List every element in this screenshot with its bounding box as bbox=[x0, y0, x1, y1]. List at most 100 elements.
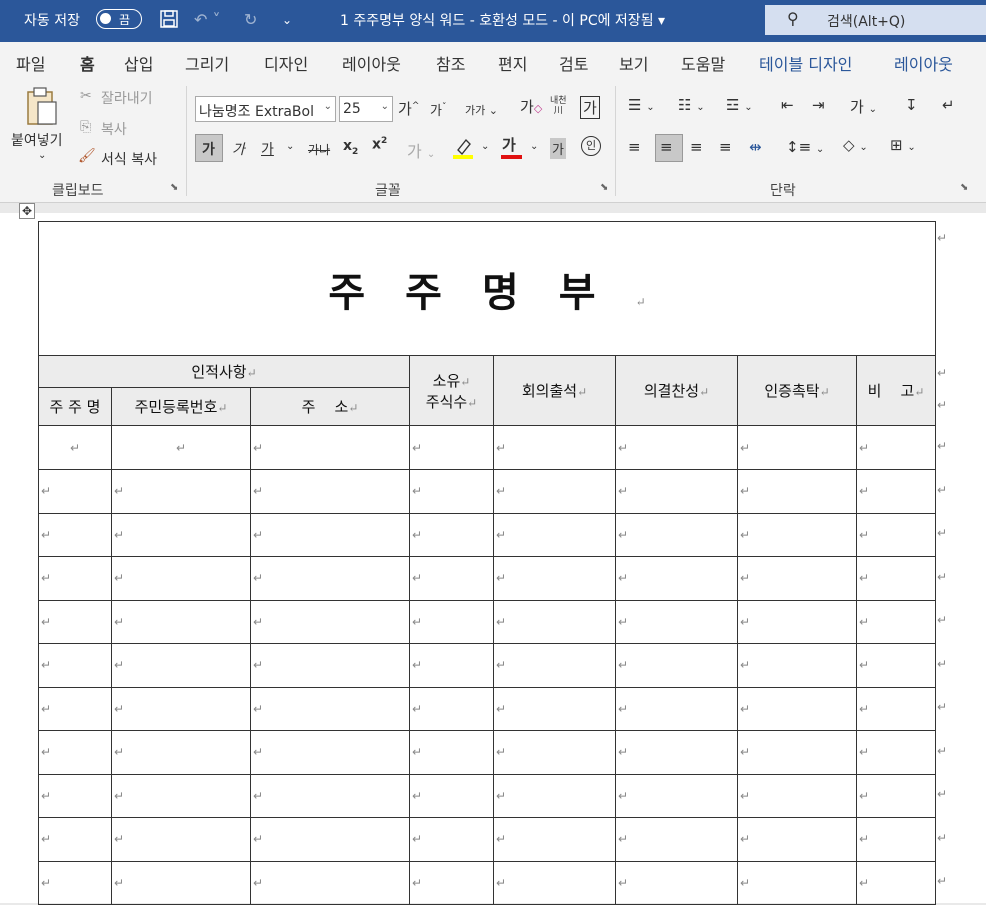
table-cell[interactable]: ↵ bbox=[38, 686, 112, 731]
table-cell[interactable]: ↵ bbox=[409, 469, 494, 514]
tab-file[interactable]: 파일 bbox=[16, 51, 45, 75]
change-case-icon[interactable]: 가가 ⌄ bbox=[465, 102, 498, 118]
cut-button[interactable]: 잘라내기 bbox=[101, 88, 153, 108]
table-cell[interactable]: ↵ bbox=[409, 643, 494, 688]
table-cell[interactable]: ↵ bbox=[493, 469, 616, 514]
table-cell[interactable]: ↵ bbox=[409, 860, 494, 905]
decrease-indent-icon[interactable]: ⇤ bbox=[781, 96, 794, 114]
paste-dropdown-icon[interactable]: ⌄ bbox=[38, 150, 46, 161]
table-cell[interactable]: ↵ bbox=[615, 817, 738, 862]
table-cell[interactable]: ↵ bbox=[493, 599, 616, 644]
table-cell[interactable]: ↵ bbox=[737, 512, 857, 557]
table-cell[interactable]: ↵ bbox=[111, 730, 251, 775]
table-cell[interactable]: ↵ bbox=[615, 860, 738, 905]
table-cell[interactable]: ↵ bbox=[493, 860, 616, 905]
table-cell[interactable]: ↵ bbox=[409, 817, 494, 862]
highlight-color-icon[interactable] bbox=[452, 136, 474, 164]
table-cell[interactable]: ↵ bbox=[737, 773, 857, 818]
table-cell[interactable]: ↵ bbox=[409, 512, 494, 557]
table-cell[interactable]: ↵ bbox=[493, 730, 616, 775]
character-border-icon[interactable]: 가 bbox=[580, 96, 600, 119]
table-cell[interactable]: ↵ bbox=[856, 469, 936, 514]
table-cell[interactable]: ↵ bbox=[250, 860, 410, 905]
table-cell[interactable]: ↵ bbox=[737, 556, 857, 601]
table-cell[interactable]: ↵ bbox=[856, 730, 936, 775]
multilevel-list-icon[interactable]: ☲ ⌄ bbox=[726, 96, 753, 114]
table-cell[interactable]: ↵ bbox=[856, 556, 936, 601]
tab-design[interactable]: 디자인 bbox=[264, 51, 308, 75]
table-cell[interactable]: ↵ bbox=[615, 556, 738, 601]
table-cell[interactable]: ↵ bbox=[493, 512, 616, 557]
distributed-icon[interactable]: ⇹ bbox=[749, 138, 762, 156]
italic-icon[interactable]: 가 bbox=[232, 139, 245, 159]
table-cell[interactable]: ↵ bbox=[38, 730, 112, 775]
tab-insert[interactable]: 삽입 bbox=[124, 51, 153, 75]
table-cell[interactable]: ↵ bbox=[38, 773, 112, 818]
document-title[interactable]: 1 주주명부 양식 워드 - 호환성 모드 - 이 PC에 저장됨 ▾ bbox=[340, 10, 665, 30]
table-cell[interactable]: ↵ bbox=[409, 599, 494, 644]
table-cell[interactable]: ↵ bbox=[615, 469, 738, 514]
table-cell[interactable]: ↵ bbox=[111, 817, 251, 862]
shading-icon[interactable]: ◇ ⌄ bbox=[843, 136, 868, 154]
undo-icon[interactable]: ↶ ˅ bbox=[194, 10, 221, 29]
autosave-toggle[interactable]: 끔 bbox=[96, 9, 142, 29]
table-cell[interactable]: ↵ bbox=[250, 556, 410, 601]
table-cell[interactable]: ↵ bbox=[111, 643, 251, 688]
table-cell[interactable]: ↵ bbox=[409, 425, 494, 470]
table-cell[interactable]: ↵ bbox=[856, 773, 936, 818]
subscript-icon[interactable]: x2 bbox=[343, 138, 358, 157]
justify-icon[interactable]: ≡ bbox=[719, 138, 732, 156]
bold-icon[interactable]: 가 bbox=[202, 139, 215, 159]
table-cell[interactable]: ↵ bbox=[38, 425, 112, 470]
table-cell[interactable]: ↵ bbox=[111, 425, 251, 470]
table-cell[interactable]: ↵ bbox=[250, 425, 410, 470]
align-center-icon[interactable]: ≡ bbox=[660, 138, 673, 156]
bullets-icon[interactable]: ☰ ⌄ bbox=[628, 96, 655, 114]
table-cell[interactable]: ↵ bbox=[409, 686, 494, 731]
table-cell[interactable]: ↵ bbox=[615, 773, 738, 818]
table-cell[interactable]: ↵ bbox=[250, 730, 410, 775]
table-cell[interactable]: ↵ bbox=[737, 860, 857, 905]
line-spacing-icon[interactable]: ↕≡ ⌄ bbox=[786, 138, 824, 156]
table-cell[interactable]: ↵ bbox=[111, 469, 251, 514]
table-cell[interactable]: ↵ bbox=[493, 425, 616, 470]
table-cell[interactable]: ↵ bbox=[493, 817, 616, 862]
table-cell[interactable]: ↵ bbox=[250, 469, 410, 514]
table-cell[interactable]: ↵ bbox=[856, 425, 936, 470]
table-cell[interactable]: ↵ bbox=[493, 773, 616, 818]
search-box[interactable]: ⚲ 검색(Alt+Q) bbox=[765, 5, 986, 35]
text-direction-icon[interactable]: 가 ⌄ bbox=[850, 96, 877, 117]
table-cell[interactable]: ↵ bbox=[250, 686, 410, 731]
tab-table-design[interactable]: 테이블 디자인 bbox=[759, 51, 852, 75]
strikethrough-icon[interactable]: 가나 bbox=[308, 141, 330, 158]
table-cell[interactable]: ↵ bbox=[38, 643, 112, 688]
table-cell[interactable]: ↵ bbox=[250, 599, 410, 644]
font-launcher-icon[interactable]: ⬊ bbox=[600, 182, 608, 193]
table-cell[interactable]: ↵ bbox=[737, 599, 857, 644]
tab-layout[interactable]: 레이아웃 bbox=[342, 51, 401, 75]
font-color-icon[interactable]: 가 bbox=[502, 134, 516, 155]
phonetic-guide-icon[interactable]: 내천 川 bbox=[550, 96, 567, 116]
table-cell[interactable]: ↵ bbox=[409, 773, 494, 818]
table-cell[interactable]: ↵ bbox=[38, 599, 112, 644]
tab-table-layout[interactable]: 레이아웃 bbox=[894, 51, 953, 75]
table-cell[interactable]: ↵ bbox=[111, 512, 251, 557]
table-cell[interactable]: ↵ bbox=[250, 773, 410, 818]
table-cell[interactable]: ↵ bbox=[111, 686, 251, 731]
table-cell[interactable]: ↵ bbox=[615, 730, 738, 775]
clipboard-launcher-icon[interactable]: ⬊ bbox=[170, 182, 178, 193]
save-icon[interactable] bbox=[160, 10, 178, 32]
tab-review[interactable]: 검토 bbox=[559, 51, 588, 75]
text-effects-icon[interactable]: 가 ⌄ bbox=[407, 138, 435, 162]
table-cell[interactable]: ↵ bbox=[111, 860, 251, 905]
underline-icon[interactable]: 가 bbox=[261, 139, 274, 159]
font-color-dropdown-icon[interactable]: ⌄ bbox=[530, 141, 538, 152]
customize-toolbar-icon[interactable]: ⌄ bbox=[282, 13, 292, 27]
paste-icon[interactable] bbox=[24, 86, 60, 132]
table-cell[interactable]: ↵ bbox=[737, 686, 857, 731]
underline-dropdown-icon[interactable]: ⌄ bbox=[286, 141, 294, 152]
tab-draw[interactable]: 그리기 bbox=[185, 51, 229, 75]
table-cell[interactable]: ↵ bbox=[38, 512, 112, 557]
table-cell[interactable]: ↵ bbox=[250, 512, 410, 557]
table-cell[interactable]: ↵ bbox=[615, 512, 738, 557]
